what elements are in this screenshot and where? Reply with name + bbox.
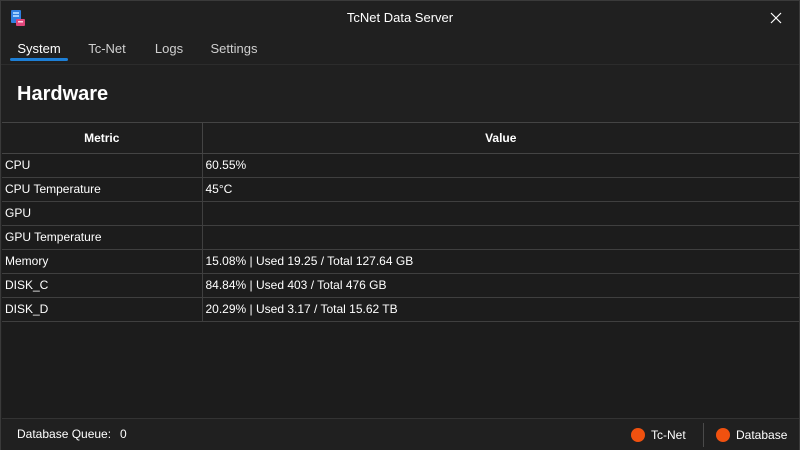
table-header-row: Metric Value bbox=[2, 123, 799, 154]
database-queue-value: 0 bbox=[120, 427, 127, 441]
title-bar[interactable]: TcNet Data Server bbox=[1, 1, 799, 35]
metrics-table-container[interactable]: Metric Value CPU 60.55% CPU Temperature … bbox=[2, 122, 799, 419]
metrics-table: Metric Value CPU 60.55% CPU Temperature … bbox=[2, 123, 799, 322]
section-heading: Hardware bbox=[17, 83, 109, 105]
value-cell: 60.55% bbox=[202, 153, 799, 178]
table-row[interactable]: DISK_D 20.29% | Used 3.17 / Total 15.62 … bbox=[2, 297, 799, 322]
value-cell: 84.84% | Used 403 / Total 476 GB bbox=[202, 273, 799, 298]
database-queue-label: Database Queue: bbox=[17, 427, 112, 441]
app-window: TcNet Data Server System Tc-Net Logs Set… bbox=[0, 0, 800, 450]
metric-cell: CPU Temperature bbox=[2, 177, 203, 202]
close-button[interactable] bbox=[753, 1, 799, 35]
tab-logs[interactable]: Logs bbox=[149, 35, 189, 63]
metric-cell: CPU bbox=[2, 153, 203, 178]
metric-cell: DISK_C bbox=[2, 273, 203, 298]
metric-cell: Memory bbox=[2, 249, 203, 274]
metric-cell: GPU Temperature bbox=[2, 225, 203, 250]
metric-cell: DISK_D bbox=[2, 297, 203, 322]
status-bar: Database Queue: 0 Tc-Net Database bbox=[1, 419, 799, 450]
column-header-value[interactable]: Value bbox=[202, 123, 799, 154]
active-tab-indicator bbox=[10, 58, 68, 61]
column-header-metric[interactable]: Metric bbox=[2, 123, 203, 154]
table-row[interactable]: CPU Temperature 45°C bbox=[2, 177, 799, 202]
value-cell bbox=[202, 225, 799, 250]
database-status-label: Database bbox=[736, 427, 788, 442]
value-cell: 15.08% | Used 19.25 / Total 127.64 GB bbox=[202, 249, 799, 274]
tc-net-status-dot-icon bbox=[631, 427, 645, 442]
table-row[interactable]: CPU 60.55% bbox=[2, 153, 799, 178]
window-title: TcNet Data Server bbox=[346, 10, 454, 25]
metric-cell: GPU bbox=[2, 201, 203, 226]
table-row[interactable]: Memory 15.08% | Used 19.25 / Total 127.6… bbox=[2, 249, 799, 274]
value-cell bbox=[202, 201, 799, 226]
value-cell: 20.29% | Used 3.17 / Total 15.62 TB bbox=[202, 297, 799, 322]
tab-settings[interactable]: Settings bbox=[205, 35, 263, 63]
table-row[interactable]: GPU bbox=[2, 201, 799, 226]
tc-net-status-indicator: Tc-Net bbox=[631, 419, 686, 450]
database-status-dot-icon bbox=[716, 427, 730, 442]
table-row[interactable]: GPU Temperature bbox=[2, 225, 799, 250]
table-row[interactable]: DISK_C 84.84% | Used 403 / Total 476 GB bbox=[2, 273, 799, 298]
database-status-indicator: Database bbox=[716, 419, 787, 450]
tab-bar: System Tc-Net Logs Settings bbox=[1, 35, 799, 65]
status-divider bbox=[703, 423, 704, 447]
tab-tc-net[interactable]: Tc-Net bbox=[81, 35, 133, 63]
tc-net-status-label: Tc-Net bbox=[651, 427, 686, 442]
value-cell: 45°C bbox=[202, 177, 799, 202]
close-icon bbox=[770, 12, 782, 24]
